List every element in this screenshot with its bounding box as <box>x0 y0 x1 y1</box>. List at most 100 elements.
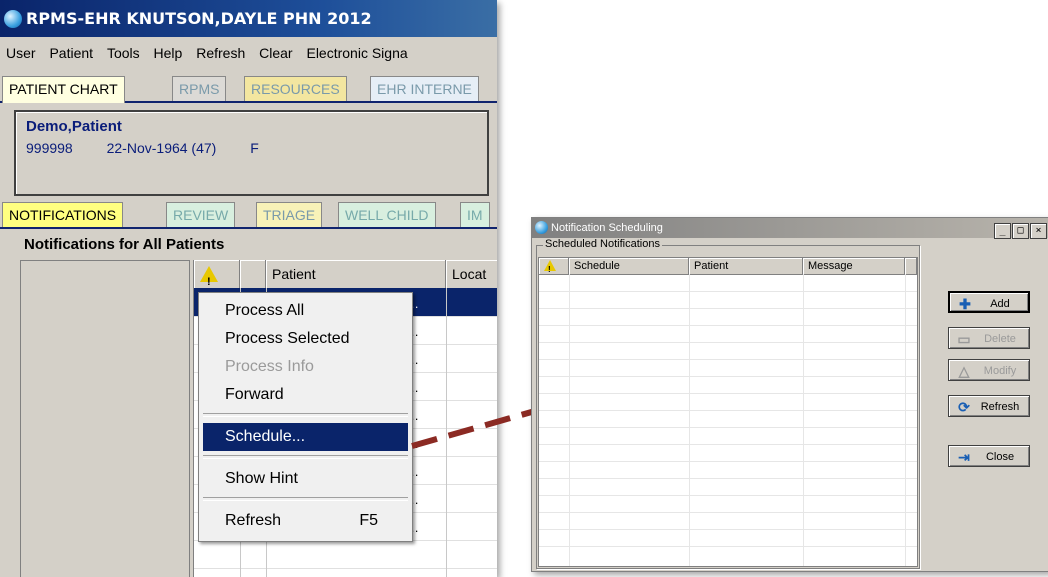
tab-notifications[interactable]: NOTIFICATIONS <box>2 202 124 227</box>
add-button[interactable]: ✚ Add <box>948 291 1030 313</box>
menu-clear[interactable]: Clear <box>259 45 292 61</box>
table-row <box>539 291 917 292</box>
col-message[interactable]: Message <box>803 258 905 274</box>
table-row <box>539 325 917 326</box>
tab-well-child[interactable]: WELL CHILD <box>338 202 436 227</box>
col-patient[interactable]: Patient <box>689 258 803 274</box>
col-location[interactable]: Locat <box>446 260 497 288</box>
minus-icon: ▭ <box>957 331 971 347</box>
window-title: RPMS-EHR KNUTSON,DAYLE PHN 2012 <box>26 9 372 28</box>
tab-patient-chart[interactable]: PATIENT CHART <box>2 76 125 103</box>
triangle-icon: △ <box>958 363 970 379</box>
table-row <box>539 342 917 343</box>
patient-header: Demo,Patient 999998 22-Nov-1964 (47) F <box>14 110 489 196</box>
col-alert[interactable] <box>194 260 240 296</box>
dialog-logo-icon <box>535 221 548 234</box>
table-row <box>539 393 917 394</box>
table-row <box>539 546 917 547</box>
menu-item-schedule[interactable]: Schedule... <box>203 423 408 451</box>
minimize-button[interactable]: _ <box>994 223 1011 239</box>
scheduled-notifications-grid[interactable]: Schedule Patient Message <box>538 257 918 567</box>
delete-button[interactable]: ▭ Delete <box>948 327 1030 349</box>
menu-item-process-all[interactable]: Process All <box>203 297 408 325</box>
patient-id: 999998 <box>26 140 73 156</box>
menu-user[interactable]: User <box>6 45 36 61</box>
patient-name: Demo,Patient <box>26 118 122 135</box>
table-row <box>539 359 917 360</box>
table-row <box>539 376 917 377</box>
col-alert[interactable] <box>539 258 569 278</box>
plus-icon: ✚ <box>959 296 971 312</box>
table-row <box>539 529 917 530</box>
rpms-ehr-window: RPMS-EHR KNUTSON,DAYLE PHN 2012 User Pat… <box>0 0 497 577</box>
modify-button[interactable]: △ Modify <box>948 359 1030 381</box>
menu-item-refresh-shortcut: F5 <box>359 512 378 529</box>
menu-bar: User Patient Tools Help Refresh Clear El… <box>0 40 497 66</box>
notifications-filter-pane <box>20 260 190 577</box>
col-patient[interactable]: Patient <box>266 260 446 288</box>
menu-help[interactable]: Help <box>154 45 183 61</box>
menu-tools[interactable]: Tools <box>107 45 140 61</box>
close-button-label: Close <box>985 451 1015 463</box>
col-schedule[interactable]: Schedule <box>569 258 689 274</box>
tab-rpms[interactable]: RPMS <box>172 76 227 101</box>
table-row <box>539 444 917 445</box>
notifications-heading: Notifications for All Patients <box>24 236 225 253</box>
col-extra <box>905 258 917 274</box>
menu-item-refresh[interactable]: Refresh F5 <box>203 507 408 535</box>
subtab-underline <box>0 227 497 229</box>
menu-refresh[interactable]: Refresh <box>196 45 245 61</box>
tab-triage[interactable]: TRIAGE <box>256 202 323 227</box>
table-row <box>539 308 917 309</box>
menu-item-process-info[interactable]: Process Info <box>203 353 408 381</box>
grid-header: Patient Locat <box>194 260 497 296</box>
grid-divider <box>689 274 690 566</box>
table-row <box>539 495 917 496</box>
exit-door-icon: ⇥ <box>958 449 970 465</box>
scheduled-notifications-group: Scheduled Notifications Schedule Patient… <box>536 238 920 569</box>
tab-immunizations[interactable]: IM <box>460 202 490 227</box>
grid-divider <box>905 274 906 566</box>
menu-item-refresh-label: Refresh <box>225 512 282 529</box>
modify-button-label: Modify <box>983 365 1017 377</box>
table-row <box>539 427 917 428</box>
menu-item-process-selected[interactable]: Process Selected <box>203 325 408 353</box>
grid-divider <box>803 274 804 566</box>
add-button-label: Add <box>990 298 1010 310</box>
window-controls: _ □ × <box>993 220 1047 239</box>
warning-icon <box>544 260 556 278</box>
dialog-title: Notification Scheduling <box>551 222 663 234</box>
sub-tab-strip: NOTIFICATIONS REVIEW TRIAGE WELL CHILD I… <box>0 202 497 228</box>
menu-separator <box>203 497 408 501</box>
grid-divider <box>446 288 447 577</box>
patient-dob: 22-Nov-1964 (47) <box>106 140 217 156</box>
refresh-icon: ⟳ <box>958 399 970 415</box>
table-row <box>539 461 917 462</box>
menu-patient[interactable]: Patient <box>49 45 93 61</box>
tab-review[interactable]: REVIEW <box>166 202 236 227</box>
refresh-button[interactable]: ⟳ Refresh <box>948 395 1030 417</box>
table-row <box>539 512 917 513</box>
menu-item-forward[interactable]: Forward <box>203 381 408 409</box>
group-label: Scheduled Notifications <box>543 238 662 250</box>
menu-electronic-signature[interactable]: Electronic Signa <box>306 45 407 61</box>
notification-scheduling-dialog: Notification Scheduling _ □ × Scheduled No… <box>531 217 1048 572</box>
menu-separator <box>203 413 408 417</box>
grid-divider <box>569 274 570 566</box>
rpms-logo-icon <box>4 10 22 28</box>
tab-ehr-internet[interactable]: EHR INTERNE <box>370 76 479 101</box>
close-window-button[interactable]: × <box>1030 223 1047 239</box>
maximize-button[interactable]: □ <box>1012 223 1029 239</box>
warning-icon <box>200 266 218 296</box>
patient-sex: F <box>250 140 259 156</box>
tab-resources[interactable]: RESOURCES <box>244 76 347 101</box>
refresh-button-label: Refresh <box>980 401 1020 413</box>
rpms-title-bar: RPMS-EHR KNUTSON,DAYLE PHN 2012 <box>0 0 497 37</box>
menu-item-show-hint[interactable]: Show Hint <box>203 465 408 493</box>
delete-button-label: Delete <box>984 333 1016 345</box>
col-blank[interactable] <box>240 260 266 288</box>
close-button[interactable]: ⇥ Close <box>948 445 1030 467</box>
dialog-title-bar: Notification Scheduling _ □ × <box>532 218 1048 239</box>
context-menu: Process All Process Selected Process Inf… <box>198 292 413 542</box>
table-row <box>539 410 917 411</box>
